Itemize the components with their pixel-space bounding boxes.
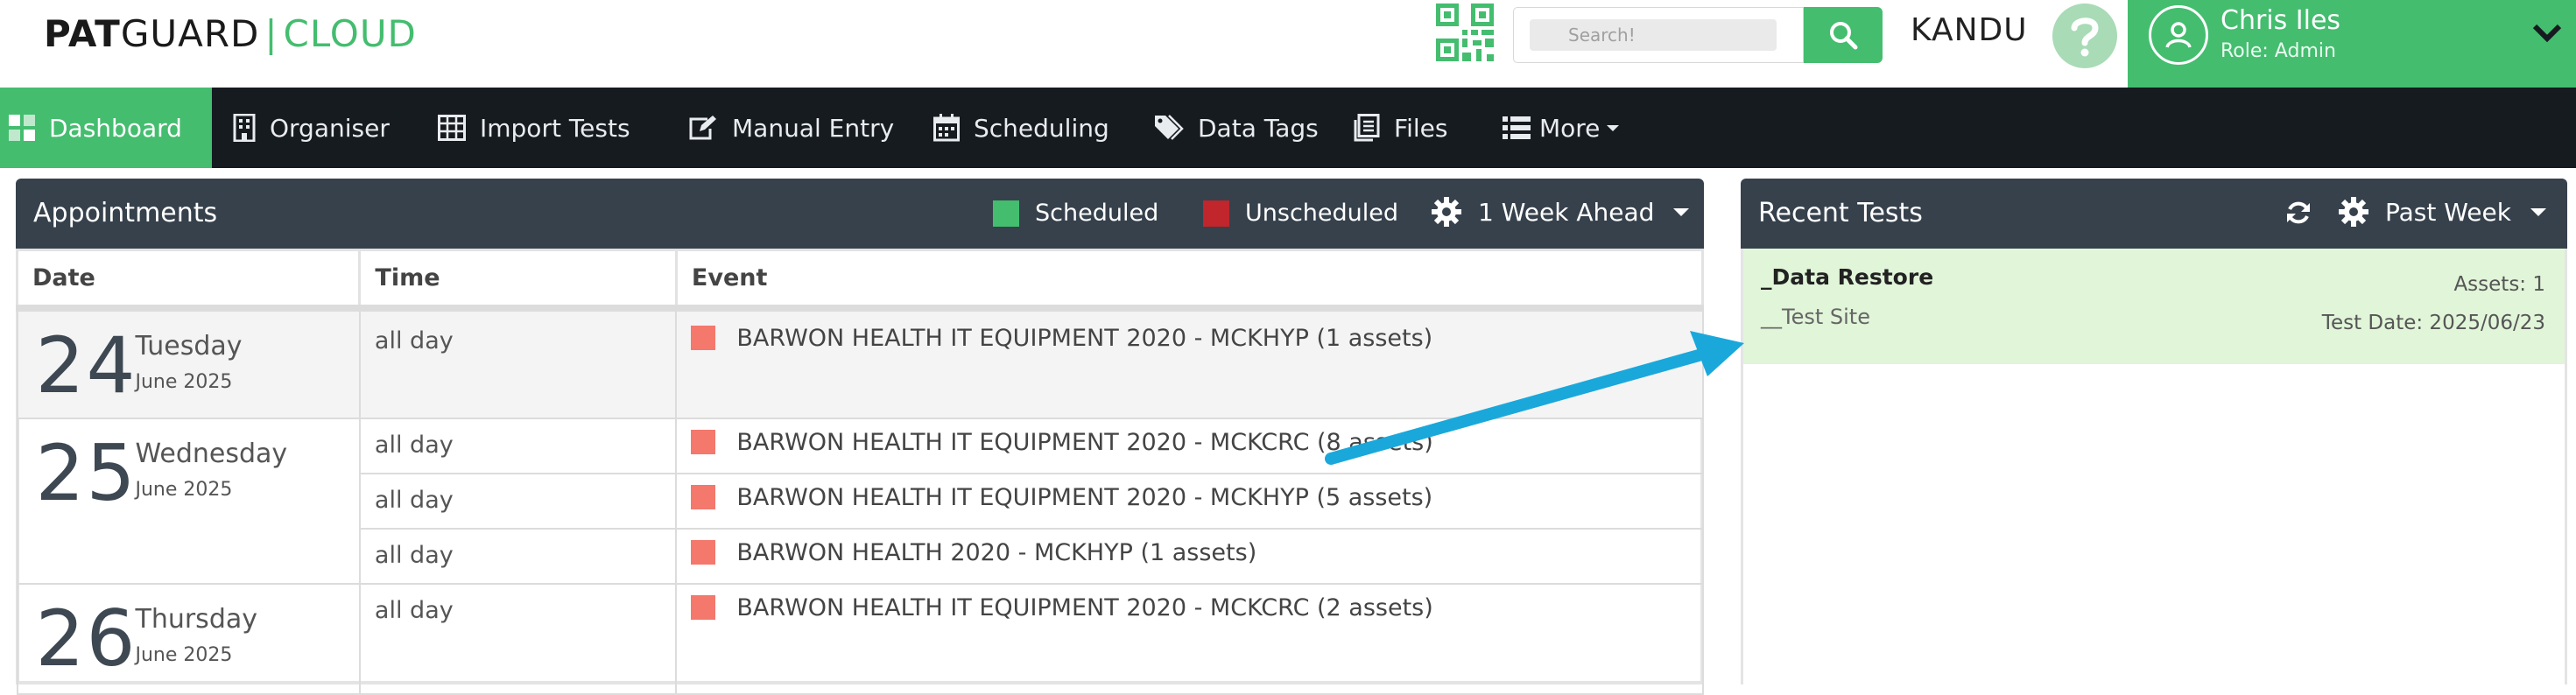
recent-range-dropdown[interactable]: Past Week [2338,196,2546,228]
main-nav: Dashboard Organiser Import Tests Manual … [0,88,2576,168]
search-box [1513,7,1804,63]
tags-icon [1154,115,1184,141]
tenant-name: KANDU [1911,12,2028,48]
col-event[interactable]: Event [674,249,1705,312]
scheduled-swatch [993,200,1019,227]
nav-organiser[interactable]: Organiser [233,88,390,168]
user-name: Chris Iles [2221,5,2341,36]
edit-icon [688,115,718,141]
nav-scheduling[interactable]: Scheduling [933,88,1109,168]
date-cell: 24 Tuesday June 2025 [16,306,361,419]
event-status-swatch [691,430,716,454]
nav-data-tags[interactable]: Data Tags [1154,88,1319,168]
search-input[interactable] [1530,19,1777,51]
refresh-icon[interactable] [2285,200,2312,226]
date-weekday: Wednesday [135,438,288,469]
table-row: 24 Tuesday June 2025 all day BARWON HEAL… [16,306,1704,419]
user-menu[interactable]: Chris Iles Role: Admin [2128,0,2576,88]
qr-code-icon[interactable] [1436,4,1494,61]
unscheduled-swatch [1203,200,1229,227]
event-status-swatch [691,326,716,350]
building-icon [233,114,256,142]
event-label[interactable]: BARWON HEALTH IT EQUIPMENT 2020 - MCKHYP… [736,325,1432,352]
recent-tests-body: _Data Restore __Test Site Assets: 1 Test… [1741,249,2567,684]
dashboard-icon [9,115,35,141]
nav-manual-entry[interactable]: Manual Entry [688,88,894,168]
event-cell[interactable]: BARWON HEALTH IT EQUIPMENT 2020 - MCKHYP… [675,472,1704,530]
date-cell: 26 Thursday June 2025 [16,582,361,695]
date-weekday: Tuesday [135,330,243,362]
caret-down-icon [1607,124,1620,131]
calendar-icon [933,114,960,142]
event-label[interactable]: BARWON HEALTH 2020 - MCKHYP (1 assets) [736,539,1256,566]
chevron-down-icon [2532,24,2562,43]
event-label[interactable]: BARWON HEALTH IT EQUIPMENT 2020 - MCKHYP… [736,484,1432,511]
col-time[interactable]: Time [358,249,678,312]
time-cell: all day [358,527,678,585]
table-row: 25 Wednesday June 2025 all day BARWON HE… [16,417,1704,585]
search-icon [1830,22,1858,50]
date-month: June 2025 [135,478,233,501]
date-month: June 2025 [135,643,233,666]
legend-unscheduled: Unscheduled [1203,200,1398,227]
date-number: 25 [35,427,137,518]
date-number: 26 [35,593,137,684]
date-weekday: Thursday [135,603,258,635]
logo[interactable]: PATGUARD | CLOUD [44,12,417,55]
caret-down-icon [1673,207,1690,216]
date-cell: 25 Wednesday June 2025 [16,417,361,585]
event-status-swatch [691,485,716,509]
time-cell: all day [358,306,678,419]
event-label[interactable]: BARWON HEALTH IT EQUIPMENT 2020 - MCKCRC… [736,594,1432,621]
date-month: June 2025 [135,370,233,393]
event-status-swatch [691,595,716,620]
appointments-title: Appointments [33,198,218,228]
event-cell[interactable]: BARWON HEALTH IT EQUIPMENT 2020 - MCKCRC… [675,582,1704,695]
time-cell: all day [358,417,678,474]
question-icon [2071,18,2099,57]
event-cell[interactable]: BARWON HEALTH IT EQUIPMENT 2020 - MCKHYP… [675,306,1704,419]
recent-tests-title: Recent Tests [1758,198,1923,228]
recent-test-item[interactable]: _Data Restore __Test Site Assets: 1 Test… [1743,249,2565,364]
list-icon [1503,116,1531,140]
nav-files[interactable]: Files [1352,88,1447,168]
gear-icon [2339,197,2368,227]
gear-icon [1432,197,1461,227]
search-button[interactable] [1804,7,1883,63]
appointments-header: Appointments Scheduled Unscheduled 1 Wee… [16,179,1704,249]
col-date[interactable]: Date [15,249,362,312]
time-cell: all day [358,582,678,695]
recent-tests-header: Recent Tests Past Week [1741,179,2567,249]
nav-dashboard[interactable]: Dashboard [0,88,212,168]
event-cell[interactable]: BARWON HEALTH 2020 - MCKHYP (1 assets) [675,527,1704,585]
files-icon [1352,114,1380,142]
recent-test-title[interactable]: _Data Restore [1761,264,1933,290]
help-button[interactable] [2052,4,2117,68]
recent-test-assets: Assets: 1 [2453,273,2545,296]
user-role: Role: Admin [2221,40,2336,62]
user-icon [2165,22,2192,48]
time-cell: all day [358,472,678,530]
nav-import-tests[interactable]: Import Tests [438,88,630,168]
event-cell[interactable]: BARWON HEALTH IT EQUIPMENT 2020 - MCKCRC… [675,417,1704,474]
legend-scheduled: Scheduled [993,200,1158,227]
event-label[interactable]: BARWON HEALTH IT EQUIPMENT 2020 - MCKCRC… [736,429,1432,456]
appointments-table: Date Time Event 24 Tuesday June 2025 all… [15,249,1705,695]
table-icon [438,115,466,141]
recent-test-site: __Test Site [1761,305,1870,329]
appointments-range-dropdown[interactable]: 1 Week Ahead [1431,196,1690,228]
caret-down-icon [2530,207,2546,216]
event-status-swatch [691,540,716,565]
date-number: 24 [35,319,137,411]
nav-more[interactable]: More [1503,88,1620,168]
top-header: PATGUARD|CLOUD KANDU [0,0,2576,88]
recent-test-date: Test Date: 2025/06/23 [2321,312,2545,334]
table-row: 26 Thursday June 2025 all day BARWON HEA… [16,582,1704,695]
avatar [2149,5,2208,65]
